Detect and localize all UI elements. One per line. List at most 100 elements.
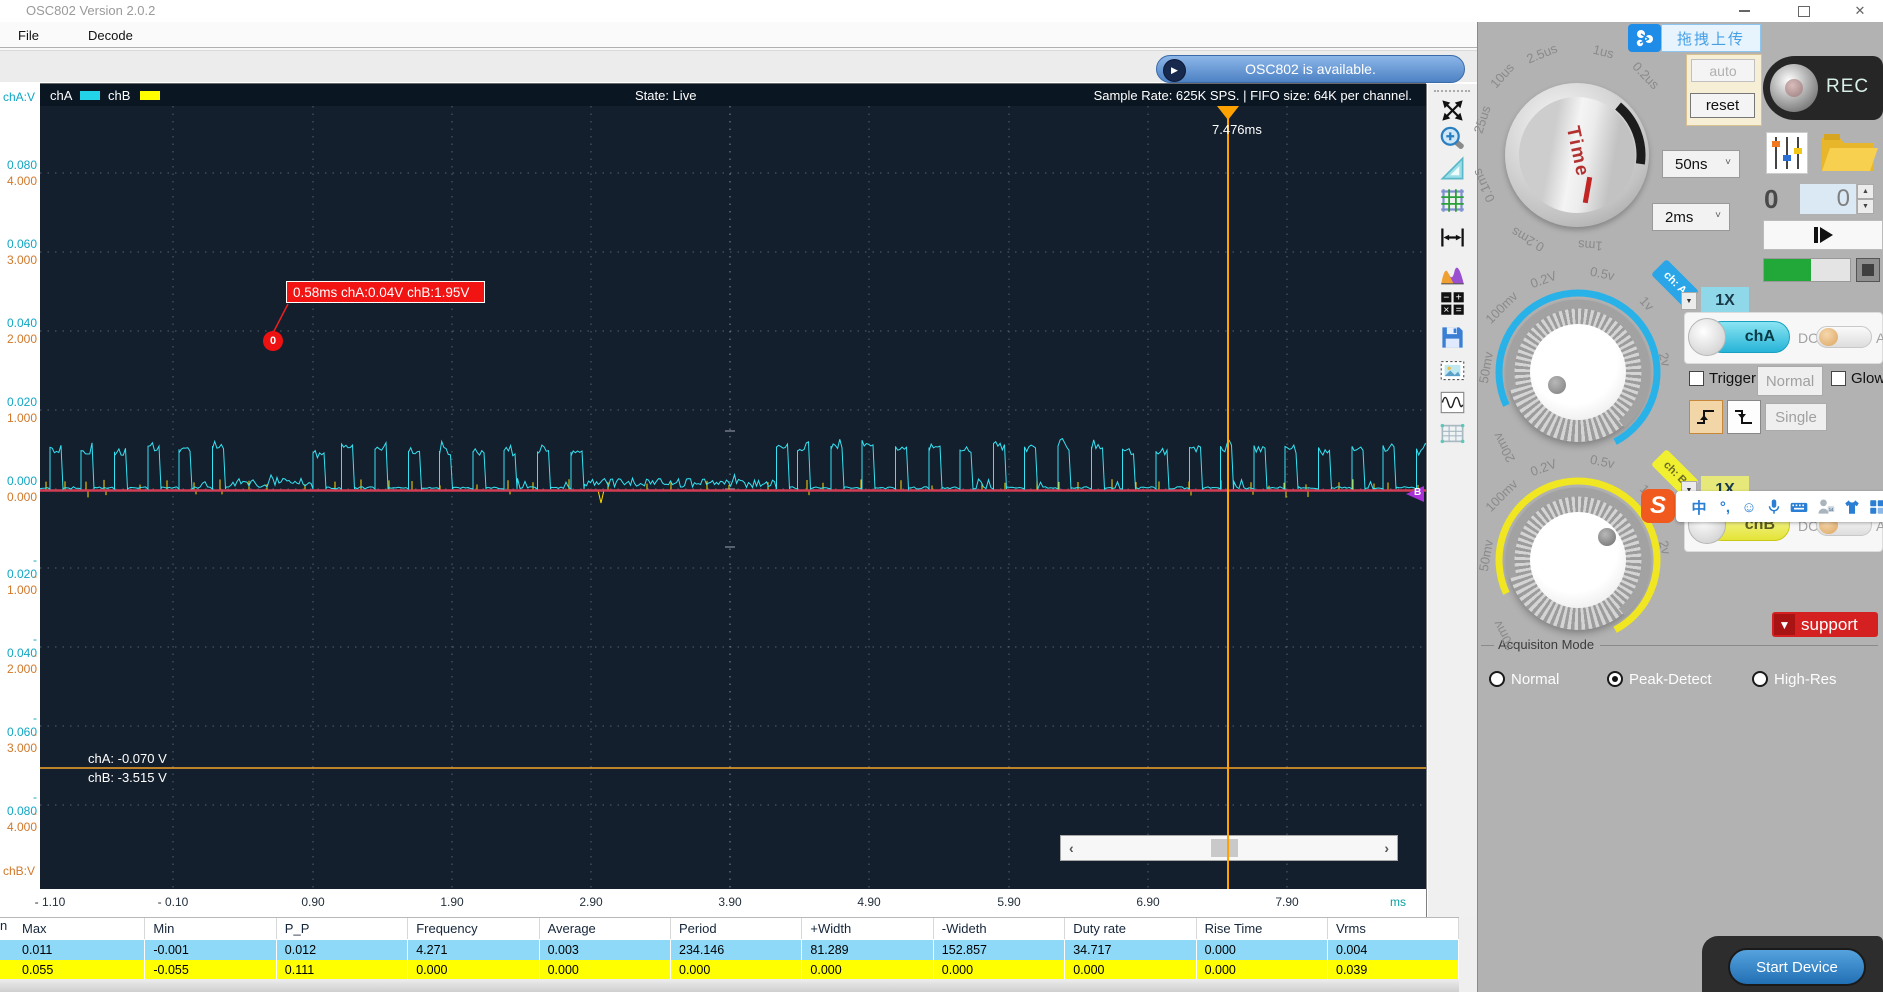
chA-toggle-knob[interactable] bbox=[1688, 318, 1726, 356]
menu-bar: File Decode bbox=[0, 22, 1477, 47]
side-toolbar: −+×= bbox=[1427, 84, 1477, 917]
x-axis-label: - 1.10 bbox=[10, 895, 90, 909]
expand-icon[interactable] bbox=[1439, 97, 1466, 124]
scroll-right-icon[interactable]: › bbox=[1384, 840, 1389, 856]
auto-button[interactable]: auto bbox=[1691, 59, 1755, 82]
reset-button[interactable]: reset bbox=[1690, 93, 1755, 118]
table-cell: 0.003 bbox=[540, 940, 671, 960]
horizontal-measure-icon[interactable] bbox=[1439, 224, 1466, 251]
mixer-icon[interactable] bbox=[1766, 132, 1808, 174]
x-axis-label: 5.90 bbox=[969, 895, 1049, 909]
punctuation-icon[interactable]: °, bbox=[1714, 496, 1736, 518]
y-axis-label-chA: 0.040 bbox=[0, 316, 37, 330]
table-cell: -0.001 bbox=[145, 940, 276, 960]
legend-chA-label[interactable]: chA bbox=[50, 88, 72, 103]
chA-probe-1x[interactable]: 1X bbox=[1701, 287, 1749, 314]
start-device-button[interactable]: Start Device bbox=[1728, 948, 1866, 986]
cursor-line[interactable] bbox=[1227, 106, 1229, 889]
timebase-select[interactable]: 50ns˅ bbox=[1662, 150, 1740, 178]
acquisition-radio-high-res[interactable] bbox=[1752, 671, 1768, 687]
glow-checkbox[interactable] bbox=[1831, 371, 1846, 386]
chA-color-swatch bbox=[80, 91, 100, 100]
window-title: OSC802 Version 2.0.2 bbox=[26, 3, 155, 18]
zoom-in-icon[interactable] bbox=[1439, 125, 1466, 152]
trigger-single-button[interactable]: Single bbox=[1765, 403, 1827, 431]
window-select[interactable]: 2ms˅ bbox=[1652, 203, 1730, 231]
keyboard-icon[interactable] bbox=[1788, 496, 1810, 518]
scrollbar-thumb[interactable] bbox=[1211, 839, 1238, 857]
screenshot-icon[interactable] bbox=[1439, 357, 1466, 384]
support-button[interactable]: ▼ support bbox=[1772, 612, 1878, 637]
rising-edge-button[interactable] bbox=[1689, 400, 1723, 434]
trigger-normal-button[interactable]: Normal bbox=[1757, 366, 1823, 396]
y-axis-label-chB: 3.000 bbox=[0, 253, 37, 267]
app-window: OSC802 Version 2.0.2 ✕ File Decode scill… bbox=[0, 0, 1883, 992]
table-cell: 234.146 bbox=[671, 940, 802, 960]
waveform-plot[interactable] bbox=[40, 106, 1426, 889]
table-cell: 4.271 bbox=[408, 940, 539, 960]
skin-icon[interactable] bbox=[1841, 496, 1863, 518]
buffer-progress bbox=[1763, 258, 1851, 282]
table-cell: 0.004 bbox=[1328, 940, 1459, 960]
spinner-down-icon[interactable]: ▼ bbox=[1857, 199, 1874, 214]
sogou-logo-icon[interactable]: S bbox=[1641, 489, 1675, 523]
emoji-icon[interactable]: ☺ bbox=[1738, 496, 1760, 518]
math-icon[interactable]: −+×= bbox=[1439, 290, 1466, 317]
menu-decode[interactable]: Decode bbox=[82, 26, 139, 45]
minimize-icon[interactable] bbox=[1729, 2, 1759, 20]
chinese-mode-icon[interactable]: 中 bbox=[1688, 496, 1710, 518]
set-square-icon[interactable] bbox=[1439, 155, 1466, 182]
x-axis: ms - 1.10- 0.100.901.902.903.904.905.906… bbox=[0, 889, 1426, 917]
maximize-icon[interactable] bbox=[1789, 2, 1819, 20]
acquisition-label: Normal bbox=[1511, 671, 1559, 688]
toolbox-icon[interactable] bbox=[1866, 496, 1883, 518]
falling-edge-button[interactable] bbox=[1727, 400, 1761, 434]
y-axis-label-chB: 1.000 bbox=[0, 411, 37, 425]
table-cell: 0.000 bbox=[540, 960, 671, 980]
scroll-left-icon[interactable]: ‹ bbox=[1069, 840, 1074, 856]
axis-chA-unit: chA:V bbox=[3, 90, 35, 104]
waveform-icon[interactable] bbox=[1439, 389, 1466, 416]
chA-coupling-switch[interactable] bbox=[1816, 326, 1872, 348]
frame-counter: 0 bbox=[1764, 184, 1778, 215]
y-axis-label-chA: 0.000 bbox=[0, 474, 37, 488]
toolbar-handle[interactable] bbox=[1434, 90, 1470, 92]
x-axis-unit: ms bbox=[1390, 895, 1406, 909]
measurement-table: nMaxMinP_PFrequencyAveragePeriod+Width-W… bbox=[0, 917, 1459, 979]
y-axis-label-chB: 2.000 bbox=[0, 332, 37, 346]
legend-chB-label[interactable]: chB bbox=[108, 88, 130, 103]
spinner-up-icon[interactable]: ▲ bbox=[1857, 184, 1874, 199]
frame-spinner[interactable]: 0 bbox=[1800, 184, 1856, 214]
table-header: -Wideth bbox=[934, 918, 1065, 939]
histogram-icon[interactable] bbox=[1439, 259, 1466, 286]
drag-upload-button[interactable]: 拖拽上传 bbox=[1661, 24, 1761, 52]
table-header: Rise Time bbox=[1197, 918, 1328, 939]
point-marker[interactable]: 0 bbox=[263, 331, 283, 351]
folder-icon[interactable] bbox=[1816, 128, 1880, 176]
menu-file[interactable]: File bbox=[12, 26, 45, 45]
table-icon[interactable] bbox=[1439, 420, 1466, 447]
close-icon[interactable]: ✕ bbox=[1845, 2, 1875, 20]
stop-square-icon[interactable] bbox=[1856, 258, 1880, 282]
y-axis-label-chA: 0.020 bbox=[0, 395, 37, 409]
table-header: Max bbox=[14, 918, 145, 939]
x-axis-label: 1.90 bbox=[412, 895, 492, 909]
scope-state: State: Live bbox=[635, 88, 696, 103]
acquisition-radio-peak-detect[interactable] bbox=[1607, 671, 1623, 687]
x-axis-label: 0.90 bbox=[273, 895, 353, 909]
acquisition-radio-normal[interactable] bbox=[1489, 671, 1505, 687]
table-header: Vrms bbox=[1328, 918, 1459, 939]
trigger-checkbox[interactable] bbox=[1689, 371, 1704, 386]
table-cell: 0.000 bbox=[802, 960, 933, 980]
cloud-share-icon[interactable] bbox=[1628, 24, 1661, 52]
grid-icon[interactable] bbox=[1439, 187, 1466, 214]
rec-label: REC bbox=[1826, 76, 1869, 98]
mic-icon[interactable] bbox=[1763, 496, 1785, 518]
plot-scrollbar[interactable]: ‹ › bbox=[1060, 835, 1398, 861]
chB-position-marker-label: B bbox=[1414, 487, 1421, 498]
chA-probe-dropdown-icon[interactable]: ▼ bbox=[1681, 292, 1697, 310]
save-icon[interactable] bbox=[1439, 324, 1466, 351]
step-play-button[interactable] bbox=[1763, 220, 1883, 250]
download-arrow-icon: ▼ bbox=[1774, 614, 1795, 635]
handwriting-icon[interactable]: 14 bbox=[1815, 496, 1837, 518]
